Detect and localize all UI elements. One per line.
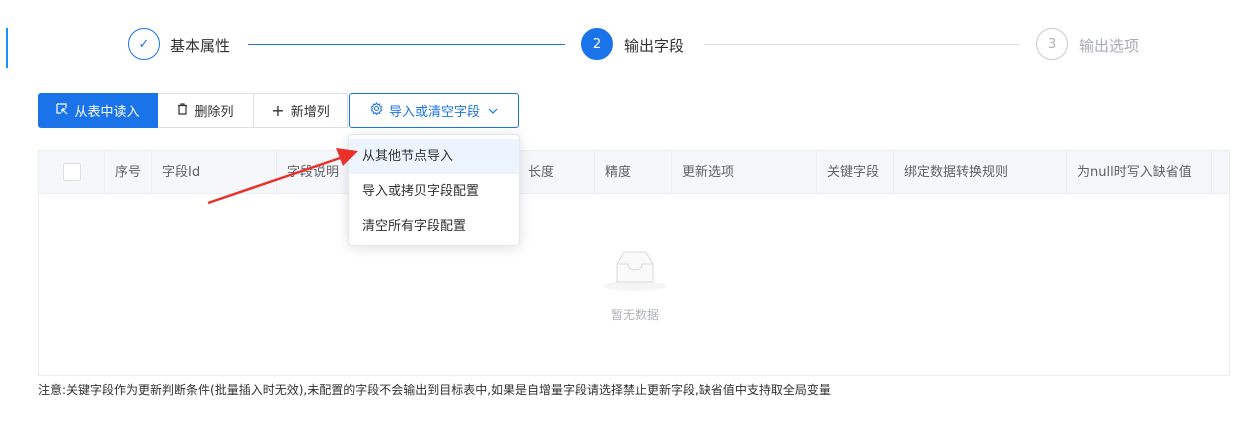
select-all-column [39,151,105,194]
step-connector-1 [248,44,565,45]
chevron-down-icon [488,104,498,117]
column-header-length[interactable]: 长度 [518,151,595,194]
column-header-null-default[interactable]: 为null时写入缺省值 [1067,151,1212,194]
import-or-clear-dropdown-button[interactable]: 导入或清空字段 [349,93,519,128]
steps-bar: ✓ 基本属性 2 输出字段 3 输出选项 [0,26,1242,62]
select-all-checkbox[interactable] [63,163,81,181]
toolbar: 从表中读入 删除列 + 新增列 导入或清空字段 [38,93,519,128]
plus-icon: + [271,101,285,120]
add-column-label: 新增列 [290,105,330,120]
table-header: 序号 字段Id 字段说明 长度 精度 更新选项 关键字段 绑定数据转换规则 为n… [39,151,1229,194]
import-or-clear-label: 导入或清空字段 [388,105,480,120]
column-header-precision[interactable]: 精度 [595,151,672,194]
menu-item-import-or-copy-config[interactable]: 导入或拷贝字段配置 [349,174,519,209]
add-column-button[interactable]: + 新增列 [254,93,348,128]
step-1-title[interactable]: 基本属性 [170,35,230,56]
step-connector-2 [704,44,1020,45]
gear-icon [370,102,383,119]
delete-column-button[interactable]: 删除列 [158,93,254,128]
empty-inbox-icon [599,246,671,298]
delete-column-label: 删除列 [194,105,234,120]
step-3-title[interactable]: 输出选项 [1079,35,1139,56]
step-1-check-icon[interactable]: ✓ [128,28,160,60]
column-header-index[interactable]: 序号 [105,151,152,194]
column-header-binding-rule[interactable]: 绑定数据转换规则 [894,151,1067,194]
column-header-key-field[interactable]: 关键字段 [817,151,894,194]
note-text: 注意:关键字段作为更新判断条件(批量插入时无效),未配置的字段不会输出到目标表中… [38,383,831,397]
read-from-table-button[interactable]: 从表中读入 [38,93,158,128]
empty-text: 暂无数据 [610,308,659,322]
step-2-number[interactable]: 2 [581,28,613,60]
column-header-update-option[interactable]: 更新选项 [672,151,817,194]
fields-table: 序号 字段Id 字段说明 长度 精度 更新选项 关键字段 绑定数据转换规则 为n… [38,150,1230,376]
step-3-number[interactable]: 3 [1036,28,1068,60]
menu-item-clear-all-config[interactable]: 清空所有字段配置 [349,209,519,244]
import-dropdown-menu: 从其他节点导入 导入或拷贝字段配置 清空所有字段配置 [348,134,520,246]
read-from-table-label: 从表中读入 [74,105,140,120]
select-box-icon [56,102,68,119]
column-header-field-id[interactable]: 字段Id [152,151,277,194]
empty-state: 暂无数据 [599,246,671,323]
step-2-title[interactable]: 输出字段 [624,35,684,56]
trash-icon [177,102,188,119]
menu-item-import-from-other-node[interactable]: 从其他节点导入 [349,139,519,174]
